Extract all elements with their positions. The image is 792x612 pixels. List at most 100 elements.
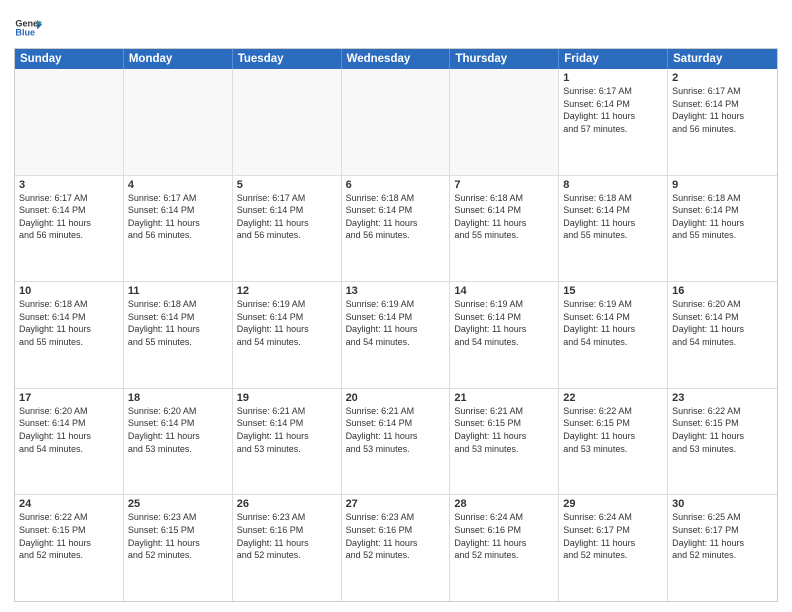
day-number: 4 <box>128 179 228 191</box>
weekday-header-thursday: Thursday <box>450 49 559 69</box>
weekday-header-wednesday: Wednesday <box>342 49 451 69</box>
day-info: Sunrise: 6:25 AM Sunset: 6:17 PM Dayligh… <box>672 511 773 561</box>
calendar-row-1: 3Sunrise: 6:17 AM Sunset: 6:14 PM Daylig… <box>15 175 777 282</box>
calendar: SundayMondayTuesdayWednesdayThursdayFrid… <box>14 48 778 602</box>
day-cell-3: 3Sunrise: 6:17 AM Sunset: 6:14 PM Daylig… <box>15 176 124 282</box>
day-info: Sunrise: 6:18 AM Sunset: 6:14 PM Dayligh… <box>672 192 773 242</box>
day-number: 28 <box>454 498 554 510</box>
day-number: 6 <box>346 179 446 191</box>
day-number: 20 <box>346 392 446 404</box>
day-info: Sunrise: 6:21 AM Sunset: 6:14 PM Dayligh… <box>346 405 446 455</box>
day-cell-7: 7Sunrise: 6:18 AM Sunset: 6:14 PM Daylig… <box>450 176 559 282</box>
day-number: 22 <box>563 392 663 404</box>
day-cell-6: 6Sunrise: 6:18 AM Sunset: 6:14 PM Daylig… <box>342 176 451 282</box>
day-info: Sunrise: 6:17 AM Sunset: 6:14 PM Dayligh… <box>19 192 119 242</box>
day-number: 10 <box>19 285 119 297</box>
calendar-row-4: 24Sunrise: 6:22 AM Sunset: 6:15 PM Dayli… <box>15 494 777 601</box>
day-number: 9 <box>672 179 773 191</box>
day-number: 3 <box>19 179 119 191</box>
day-cell-15: 15Sunrise: 6:19 AM Sunset: 6:14 PM Dayli… <box>559 282 668 388</box>
day-info: Sunrise: 6:17 AM Sunset: 6:14 PM Dayligh… <box>563 85 663 135</box>
svg-text:Blue: Blue <box>15 28 35 38</box>
empty-cell-r0c1 <box>124 69 233 175</box>
day-number: 2 <box>672 72 773 84</box>
day-cell-22: 22Sunrise: 6:22 AM Sunset: 6:15 PM Dayli… <box>559 389 668 495</box>
day-info: Sunrise: 6:18 AM Sunset: 6:14 PM Dayligh… <box>563 192 663 242</box>
day-cell-20: 20Sunrise: 6:21 AM Sunset: 6:14 PM Dayli… <box>342 389 451 495</box>
day-cell-25: 25Sunrise: 6:23 AM Sunset: 6:15 PM Dayli… <box>124 495 233 601</box>
day-cell-26: 26Sunrise: 6:23 AM Sunset: 6:16 PM Dayli… <box>233 495 342 601</box>
day-cell-1: 1Sunrise: 6:17 AM Sunset: 6:14 PM Daylig… <box>559 69 668 175</box>
day-cell-29: 29Sunrise: 6:24 AM Sunset: 6:17 PM Dayli… <box>559 495 668 601</box>
day-number: 13 <box>346 285 446 297</box>
day-info: Sunrise: 6:18 AM Sunset: 6:14 PM Dayligh… <box>346 192 446 242</box>
day-cell-11: 11Sunrise: 6:18 AM Sunset: 6:14 PM Dayli… <box>124 282 233 388</box>
calendar-row-0: 1Sunrise: 6:17 AM Sunset: 6:14 PM Daylig… <box>15 69 777 175</box>
day-number: 18 <box>128 392 228 404</box>
day-cell-19: 19Sunrise: 6:21 AM Sunset: 6:14 PM Dayli… <box>233 389 342 495</box>
day-number: 16 <box>672 285 773 297</box>
day-cell-10: 10Sunrise: 6:18 AM Sunset: 6:14 PM Dayli… <box>15 282 124 388</box>
empty-cell-r0c0 <box>15 69 124 175</box>
day-cell-17: 17Sunrise: 6:20 AM Sunset: 6:14 PM Dayli… <box>15 389 124 495</box>
day-info: Sunrise: 6:18 AM Sunset: 6:14 PM Dayligh… <box>454 192 554 242</box>
weekday-header-saturday: Saturday <box>668 49 777 69</box>
day-info: Sunrise: 6:20 AM Sunset: 6:14 PM Dayligh… <box>672 298 773 348</box>
day-cell-18: 18Sunrise: 6:20 AM Sunset: 6:14 PM Dayli… <box>124 389 233 495</box>
day-number: 7 <box>454 179 554 191</box>
page: General Blue SundayMondayTuesdayWednesda… <box>0 0 792 612</box>
day-number: 26 <box>237 498 337 510</box>
day-info: Sunrise: 6:19 AM Sunset: 6:14 PM Dayligh… <box>237 298 337 348</box>
weekday-header-friday: Friday <box>559 49 668 69</box>
day-cell-13: 13Sunrise: 6:19 AM Sunset: 6:14 PM Dayli… <box>342 282 451 388</box>
day-cell-14: 14Sunrise: 6:19 AM Sunset: 6:14 PM Dayli… <box>450 282 559 388</box>
day-info: Sunrise: 6:18 AM Sunset: 6:14 PM Dayligh… <box>19 298 119 348</box>
day-cell-30: 30Sunrise: 6:25 AM Sunset: 6:17 PM Dayli… <box>668 495 777 601</box>
day-info: Sunrise: 6:21 AM Sunset: 6:15 PM Dayligh… <box>454 405 554 455</box>
day-number: 1 <box>563 72 663 84</box>
day-cell-28: 28Sunrise: 6:24 AM Sunset: 6:16 PM Dayli… <box>450 495 559 601</box>
day-info: Sunrise: 6:22 AM Sunset: 6:15 PM Dayligh… <box>563 405 663 455</box>
day-info: Sunrise: 6:20 AM Sunset: 6:14 PM Dayligh… <box>128 405 228 455</box>
day-info: Sunrise: 6:17 AM Sunset: 6:14 PM Dayligh… <box>672 85 773 135</box>
day-cell-27: 27Sunrise: 6:23 AM Sunset: 6:16 PM Dayli… <box>342 495 451 601</box>
day-number: 11 <box>128 285 228 297</box>
day-number: 30 <box>672 498 773 510</box>
empty-cell-r0c2 <box>233 69 342 175</box>
header: General Blue <box>14 10 778 42</box>
day-info: Sunrise: 6:23 AM Sunset: 6:16 PM Dayligh… <box>237 511 337 561</box>
day-info: Sunrise: 6:17 AM Sunset: 6:14 PM Dayligh… <box>237 192 337 242</box>
day-cell-4: 4Sunrise: 6:17 AM Sunset: 6:14 PM Daylig… <box>124 176 233 282</box>
day-number: 25 <box>128 498 228 510</box>
calendar-header: SundayMondayTuesdayWednesdayThursdayFrid… <box>15 49 777 69</box>
day-number: 27 <box>346 498 446 510</box>
logo: General Blue <box>14 14 46 42</box>
day-cell-8: 8Sunrise: 6:18 AM Sunset: 6:14 PM Daylig… <box>559 176 668 282</box>
day-info: Sunrise: 6:22 AM Sunset: 6:15 PM Dayligh… <box>19 511 119 561</box>
logo-icon: General Blue <box>14 14 42 42</box>
day-info: Sunrise: 6:24 AM Sunset: 6:16 PM Dayligh… <box>454 511 554 561</box>
calendar-body: 1Sunrise: 6:17 AM Sunset: 6:14 PM Daylig… <box>15 69 777 601</box>
day-number: 21 <box>454 392 554 404</box>
day-number: 24 <box>19 498 119 510</box>
day-info: Sunrise: 6:19 AM Sunset: 6:14 PM Dayligh… <box>454 298 554 348</box>
day-info: Sunrise: 6:23 AM Sunset: 6:15 PM Dayligh… <box>128 511 228 561</box>
day-cell-24: 24Sunrise: 6:22 AM Sunset: 6:15 PM Dayli… <box>15 495 124 601</box>
day-cell-5: 5Sunrise: 6:17 AM Sunset: 6:14 PM Daylig… <box>233 176 342 282</box>
day-info: Sunrise: 6:23 AM Sunset: 6:16 PM Dayligh… <box>346 511 446 561</box>
day-cell-9: 9Sunrise: 6:18 AM Sunset: 6:14 PM Daylig… <box>668 176 777 282</box>
day-number: 29 <box>563 498 663 510</box>
day-info: Sunrise: 6:21 AM Sunset: 6:14 PM Dayligh… <box>237 405 337 455</box>
day-info: Sunrise: 6:24 AM Sunset: 6:17 PM Dayligh… <box>563 511 663 561</box>
weekday-header-monday: Monday <box>124 49 233 69</box>
calendar-row-3: 17Sunrise: 6:20 AM Sunset: 6:14 PM Dayli… <box>15 388 777 495</box>
day-number: 17 <box>19 392 119 404</box>
day-info: Sunrise: 6:22 AM Sunset: 6:15 PM Dayligh… <box>672 405 773 455</box>
day-info: Sunrise: 6:20 AM Sunset: 6:14 PM Dayligh… <box>19 405 119 455</box>
day-number: 5 <box>237 179 337 191</box>
day-cell-16: 16Sunrise: 6:20 AM Sunset: 6:14 PM Dayli… <box>668 282 777 388</box>
day-info: Sunrise: 6:18 AM Sunset: 6:14 PM Dayligh… <box>128 298 228 348</box>
day-info: Sunrise: 6:17 AM Sunset: 6:14 PM Dayligh… <box>128 192 228 242</box>
day-number: 15 <box>563 285 663 297</box>
day-cell-2: 2Sunrise: 6:17 AM Sunset: 6:14 PM Daylig… <box>668 69 777 175</box>
